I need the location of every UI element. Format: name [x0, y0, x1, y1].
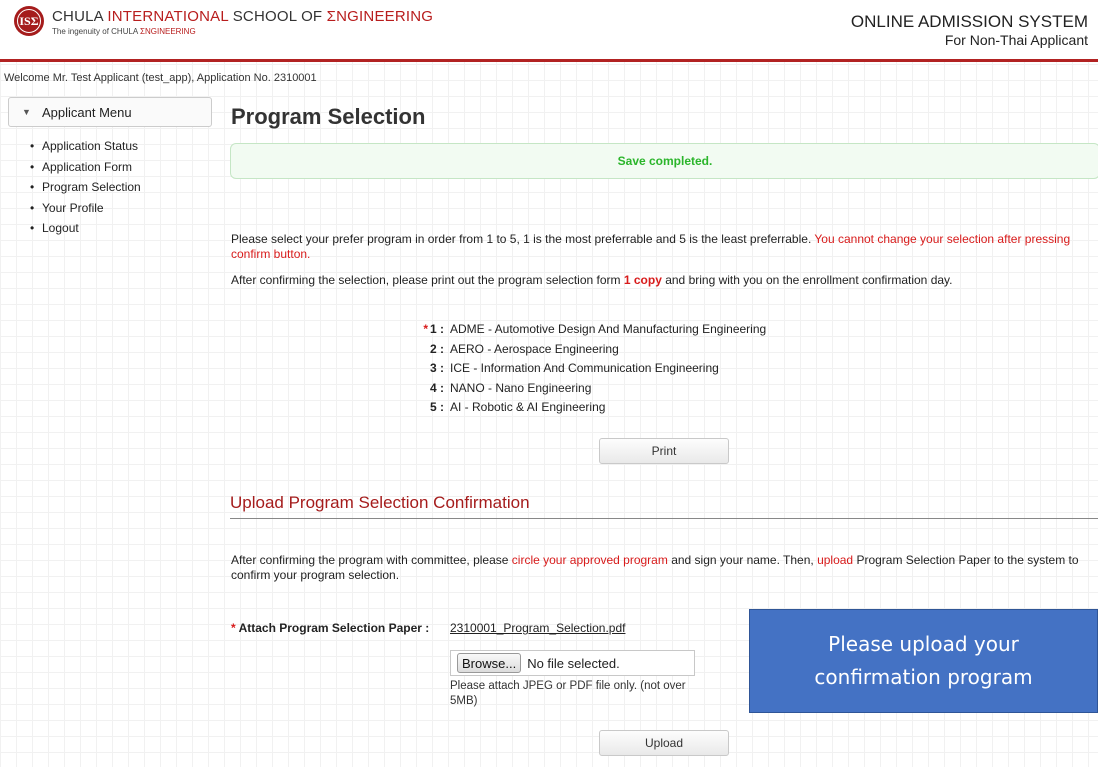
instruction-callout: Please upload your confirmation program: [749, 609, 1098, 713]
callout-line: Please upload your: [828, 632, 1019, 656]
school-name-accent: INTERNATIONAL: [107, 8, 229, 25]
no-file-text: No file selected.: [527, 655, 620, 671]
applicant-menu-list: Application Status Application Form Prog…: [30, 139, 141, 242]
print-note-copy: 1 copy: [623, 273, 662, 287]
upload-note-circle: circle your approved program: [511, 553, 668, 567]
school-name-part: CHULA: [52, 8, 108, 25]
browse-button[interactable]: Browse...: [457, 653, 522, 673]
selection-instructions: Please select your prefer program in ord…: [231, 232, 1095, 262]
welcome-message: Welcome Mr. Test Applicant (test_app), A…: [4, 72, 317, 84]
program-row: 2 : AERO - Aerospace Engineering: [400, 342, 766, 362]
attached-file-link[interactable]: 2310001_Program_Selection.pdf: [450, 621, 625, 635]
attach-label: * Attach Program Selection Paper :: [231, 621, 429, 635]
tagline-accent: ΣNGINEERING: [140, 27, 196, 36]
menu-item-application-status[interactable]: Application Status: [30, 139, 141, 160]
applicant-menu-title[interactable]: Applicant Menu: [42, 105, 132, 120]
program-rank-label: 1 :: [429, 322, 444, 336]
instruction-text: Please select your prefer program in ord…: [231, 232, 815, 246]
print-instructions: After confirming the selection, please p…: [231, 273, 1095, 288]
system-title: ONLINE ADMISSION SYSTEM: [850, 12, 1088, 31]
upload-note-upload: upload: [817, 553, 854, 567]
print-note-text: After confirming the selection, please p…: [231, 273, 624, 287]
program-name: AERO - Aerospace Engineering: [450, 341, 619, 356]
upload-note-text: After confirming the program with commit…: [231, 553, 512, 567]
upload-section-title: Upload Program Selection Confirmation: [230, 493, 530, 512]
program-rank: 2 :: [429, 341, 444, 356]
save-completed-alert: Save completed.: [230, 143, 1098, 179]
upload-button[interactable]: Upload: [599, 730, 729, 756]
callout-line: confirmation program: [814, 665, 1033, 689]
program-name: ADME - Automotive Design And Manufacturi…: [450, 322, 767, 336]
print-note-text: and bring with you on the enrollment con…: [661, 273, 953, 287]
program-row: * 1 : ADME - Automotive Design And Manufa…: [400, 322, 766, 342]
logo-mark: ISΣ: [17, 9, 41, 33]
school-name: CHULA INTERNATIONAL SCHOOL OF ΣNGINEERIN…: [52, 8, 433, 25]
program-rank: 4 :: [429, 380, 444, 395]
print-button[interactable]: Print: [599, 438, 729, 464]
program-row: 5 : AI - Robotic & AI Engineering: [400, 400, 766, 420]
upload-note-text: and sign your name. Then,: [667, 553, 818, 567]
menu-item-application-form[interactable]: Application Form: [30, 160, 141, 181]
system-subtitle: For Non-Thai Applicant: [944, 32, 1088, 48]
program-name: NANO - Nano Engineering: [450, 380, 592, 395]
menu-item-your-profile[interactable]: Your Profile: [30, 201, 141, 222]
program-row: 3 : ICE - Information And Communication …: [400, 361, 766, 381]
program-rank: * 1 :: [400, 322, 450, 342]
section-divider: [230, 518, 1098, 519]
caret-down-icon[interactable]: ▼: [22, 107, 31, 117]
program-name: AI - Robotic & AI Engineering: [450, 400, 606, 414]
program-rank: 3 :: [429, 361, 444, 375]
attach-label-text: Attach Program Selection Paper :: [238, 621, 430, 635]
tagline-part: The ingenuity of CHULA: [52, 27, 141, 36]
menu-item-logout[interactable]: Logout: [30, 221, 141, 242]
required-marker: *: [423, 322, 428, 336]
upload-instructions: After confirming the program with commit…: [231, 553, 1095, 583]
program-name: ICE - Information And Communication Engi…: [450, 361, 719, 375]
file-input[interactable]: Browse... No file selected.: [450, 650, 695, 676]
required-marker: *: [231, 621, 239, 635]
school-tagline: The ingenuity of CHULA ΣNGINEERING: [52, 27, 196, 36]
program-rank: 5 :: [429, 400, 444, 414]
menu-item-program-selection[interactable]: Program Selection: [30, 180, 141, 201]
header-divider: [0, 59, 1098, 62]
school-name-accent: ΣNGINEERING: [326, 8, 434, 25]
program-row: 4 : NANO - Nano Engineering: [400, 381, 766, 401]
program-preference-list: * 1 : ADME - Automotive Design And Manufa…: [400, 322, 766, 420]
page-title: Program Selection: [231, 104, 426, 129]
file-hint: Please attach JPEG or PDF file only. (no…: [450, 680, 686, 707]
school-name-part: SCHOOL OF: [228, 8, 327, 25]
school-logo[interactable]: ISΣ: [14, 6, 44, 36]
